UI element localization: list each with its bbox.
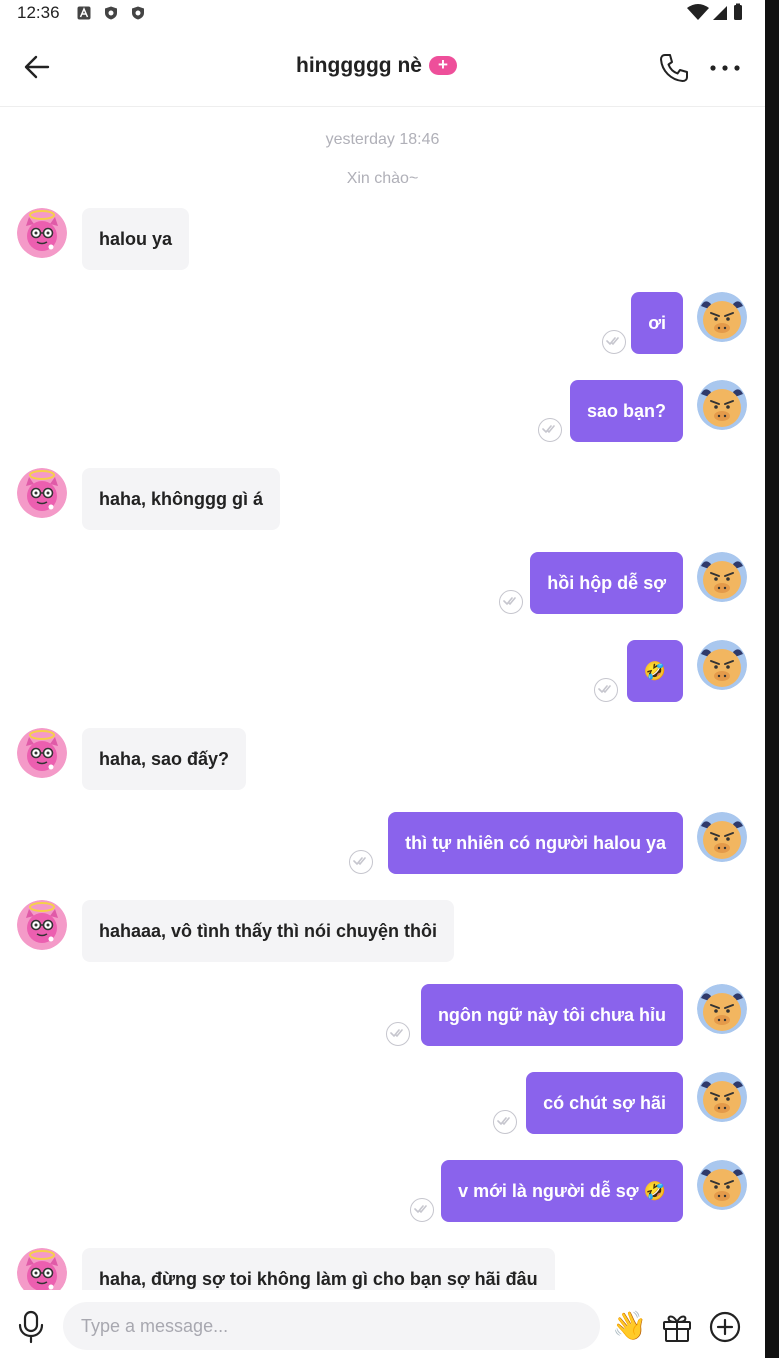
add-circle-icon[interactable]	[708, 1310, 742, 1344]
avatar-self[interactable]	[697, 1160, 747, 1210]
avatar-self[interactable]	[697, 552, 747, 602]
read-receipt-icon	[349, 850, 373, 874]
battery-icon	[734, 5, 742, 20]
back-arrow-icon[interactable]	[20, 50, 54, 84]
outgoing-message-bubble[interactable]: sao bạn?	[569, 380, 683, 442]
wave-emoji-button[interactable]: 👋	[612, 1308, 648, 1344]
message-input[interactable]	[63, 1302, 600, 1350]
bull-avatar-icon	[697, 552, 747, 602]
chat-title[interactable]: hinggggg nè +	[296, 54, 457, 78]
avatar-contact[interactable]	[17, 1248, 67, 1290]
status-time: 12:36	[17, 3, 60, 22]
avatar-self[interactable]	[697, 1072, 747, 1122]
avatar-self[interactable]	[697, 640, 747, 690]
bull-avatar-icon	[697, 812, 747, 862]
avatar-self[interactable]	[697, 984, 747, 1034]
shield-icon	[105, 6, 117, 20]
message-composer: 👋	[0, 1290, 765, 1358]
date-separator: yesterday 18:46	[325, 131, 440, 148]
avatar-self[interactable]	[697, 380, 747, 430]
chat-header: hinggggg nè +	[0, 28, 765, 107]
a-icon	[77, 6, 91, 20]
wifi-icon	[687, 4, 709, 20]
bull-avatar-icon	[697, 380, 747, 430]
outgoing-message-bubble[interactable]: v mới là người dễ sợ 🤣	[441, 1160, 683, 1222]
outgoing-message-bubble[interactable]: 🤣	[626, 640, 683, 702]
status-right-icons	[687, 3, 742, 20]
read-receipt-icon	[410, 1198, 434, 1222]
devil-avatar-icon	[17, 728, 67, 778]
bull-avatar-icon	[697, 640, 747, 690]
devil-avatar-icon	[17, 1248, 67, 1290]
avatar-self[interactable]	[697, 292, 747, 342]
microphone-icon[interactable]	[16, 1310, 46, 1344]
devil-avatar-icon	[17, 468, 67, 518]
incoming-message-bubble[interactable]: haha, sao đấy?	[82, 728, 247, 790]
incoming-message-bubble[interactable]: haha, khônggg gì á	[82, 468, 281, 530]
incoming-message-bubble[interactable]: hahaaa, vô tình thấy thì nói chuyện thôi	[82, 900, 455, 962]
signal-icon	[713, 6, 727, 20]
avatar-self[interactable]	[697, 812, 747, 862]
outgoing-message-bubble[interactable]: ngôn ngữ này tôi chưa hỉu	[420, 984, 683, 1046]
read-receipt-icon	[499, 590, 523, 614]
avatar-contact[interactable]	[17, 900, 67, 950]
incoming-message-bubble[interactable]: halou ya	[82, 208, 190, 270]
avatar-contact[interactable]	[17, 728, 67, 778]
outgoing-message-bubble[interactable]: ơi	[631, 292, 683, 354]
phone-icon[interactable]	[658, 52, 690, 84]
outgoing-message-bubble[interactable]: có chút sợ hãi	[526, 1072, 683, 1134]
bull-avatar-icon	[697, 1160, 747, 1210]
read-receipt-icon	[602, 330, 626, 354]
shield-icon	[132, 6, 144, 20]
chat-title-text: hinggggg nè	[296, 54, 422, 77]
message-list[interactable]: yesterday 18:46 Xin chào~ halou ya ơi sa…	[0, 107, 765, 1290]
devil-avatar-icon	[17, 208, 67, 258]
status-bar: 12:36	[0, 0, 765, 28]
read-receipt-icon	[538, 418, 562, 442]
read-receipt-icon	[386, 1022, 410, 1046]
outgoing-message-bubble[interactable]: hồi hộp dễ sợ	[530, 552, 683, 614]
bull-avatar-icon	[697, 984, 747, 1034]
incoming-message-bubble[interactable]: haha, đừng sợ toi không làm gì cho bạn s…	[82, 1248, 555, 1290]
bull-avatar-icon	[697, 1072, 747, 1122]
gift-icon[interactable]	[660, 1310, 694, 1344]
bull-avatar-icon	[697, 292, 747, 342]
read-receipt-icon	[493, 1110, 517, 1134]
right-edge-bar	[765, 0, 779, 1358]
avatar-contact[interactable]	[17, 468, 67, 518]
plus-badge: +	[428, 56, 457, 75]
greeting-text: Xin chào~	[346, 170, 419, 187]
devil-avatar-icon	[17, 900, 67, 950]
read-receipt-icon	[594, 678, 618, 702]
more-dots-icon[interactable]	[707, 52, 743, 84]
avatar-contact[interactable]	[17, 208, 67, 258]
outgoing-message-bubble[interactable]: thì tự nhiên có người halou ya	[388, 812, 683, 874]
